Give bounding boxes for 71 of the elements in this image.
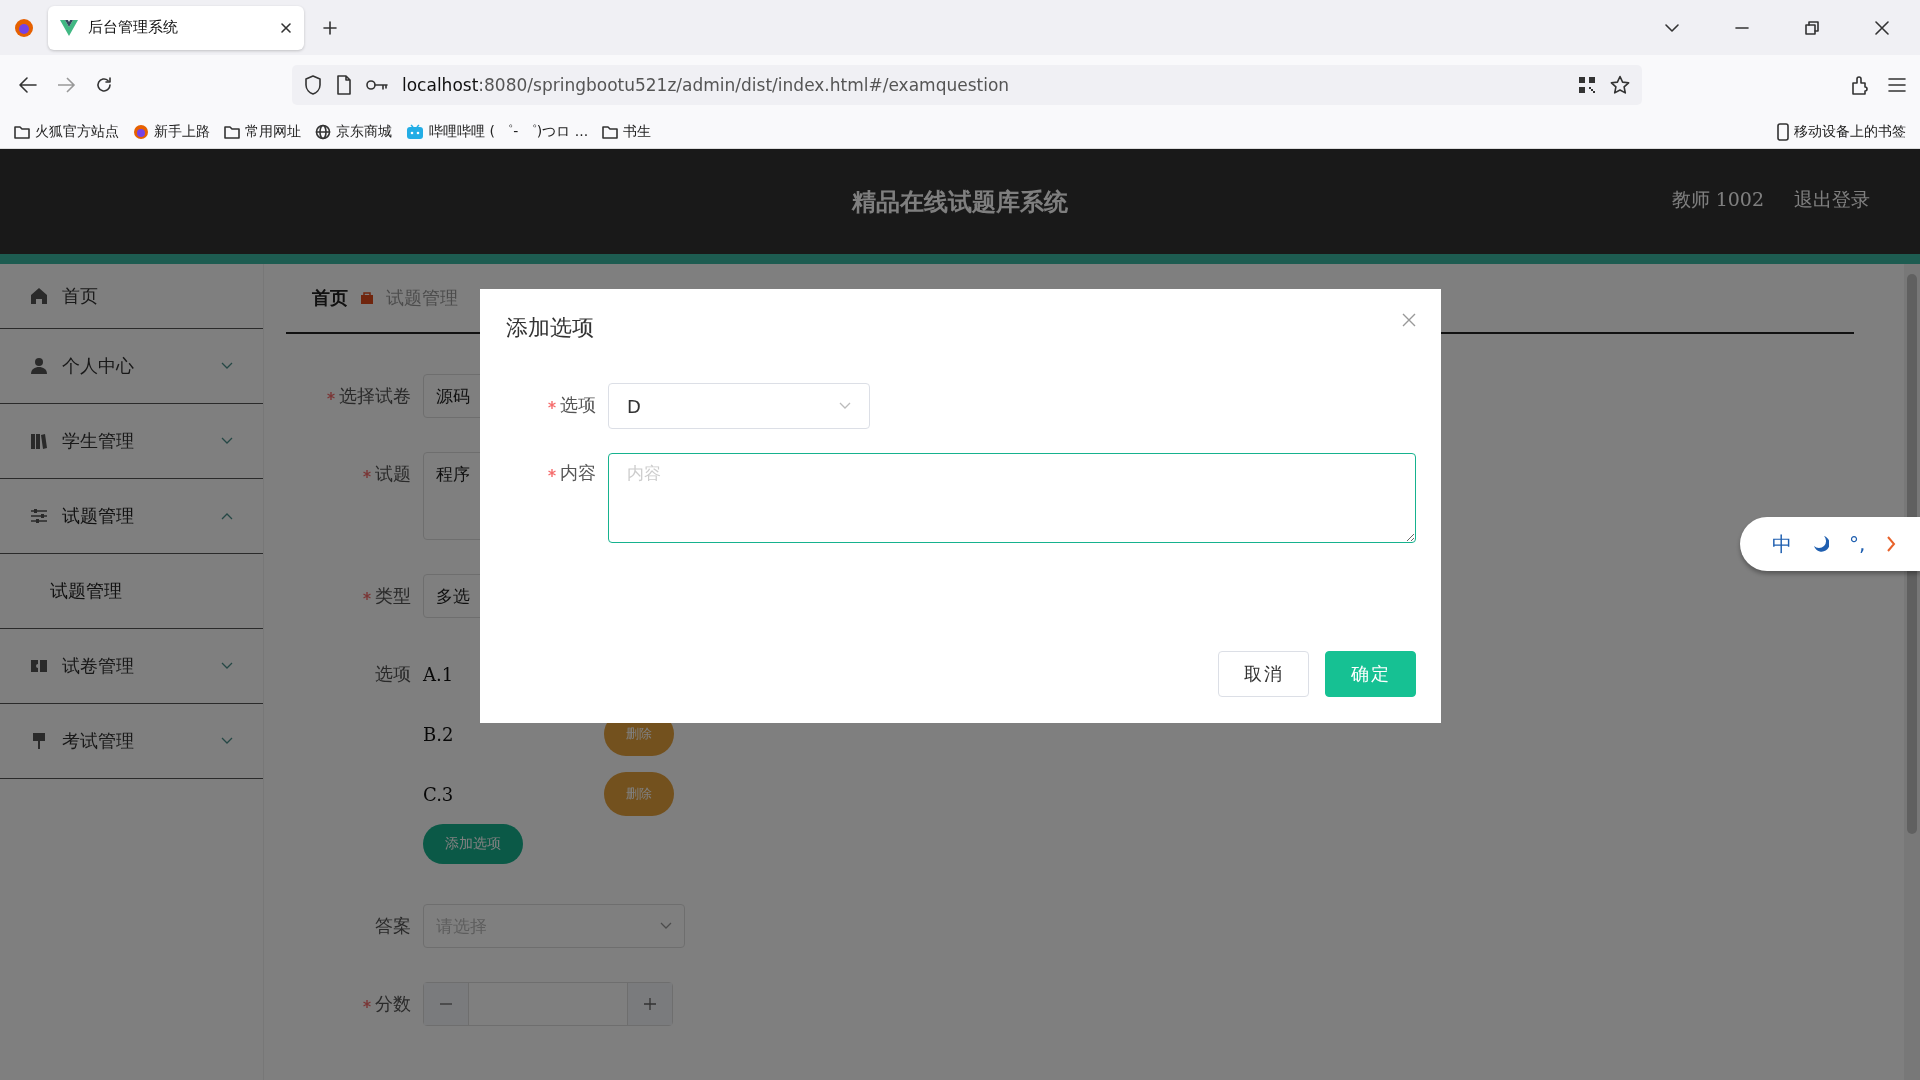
field-label: 选项 [375, 662, 411, 686]
menu-icon[interactable] [1888, 78, 1906, 92]
back-icon[interactable] [18, 76, 38, 94]
sidebar-item[interactable]: 试题管理 [0, 479, 263, 554]
chevron-down-icon [839, 402, 851, 410]
bookmark[interactable]: 新手上路 [133, 122, 210, 141]
address-bar[interactable]: localhost:8080/springbootu521z/admin/dist/index.html#/examquestion [292, 65, 1642, 105]
bag-icon [360, 291, 374, 305]
page-icon [336, 75, 352, 95]
field-label: 试题 [375, 462, 411, 486]
tab-title: 后台管理系统 [88, 18, 179, 37]
bookmark[interactable]: 书生 [602, 122, 652, 141]
globe-icon [315, 123, 331, 140]
star-icon[interactable] [1610, 75, 1630, 95]
field-label: 类型 [375, 584, 411, 608]
folder-icon [602, 124, 619, 139]
home-icon [30, 287, 48, 305]
select-field[interactable]: D [608, 383, 870, 429]
books-icon [30, 432, 48, 450]
bookmark[interactable]: 火狐官方站点 [14, 122, 119, 141]
sidebar-subitem[interactable]: 试题管理 [0, 554, 263, 629]
sidebar-item[interactable]: 学生管理 [0, 404, 263, 479]
browser-logo-icon[interactable] [14, 17, 34, 38]
chevron-right-icon[interactable] [1885, 535, 1896, 553]
scrollbar-thumb[interactable] [1907, 274, 1917, 834]
cancel-button[interactable]: 取消 [1218, 651, 1309, 697]
ticket-icon [30, 657, 48, 675]
dialog-title: 添加选项 [506, 314, 594, 342]
field-label: 分数 [375, 992, 411, 1016]
bookmark[interactable]: 京东商城 [315, 122, 392, 141]
breadcrumb-item[interactable]: 首页 [312, 286, 348, 310]
sidebar-item[interactable]: 个人中心 [0, 329, 263, 404]
sliders-icon [30, 507, 48, 525]
ime-mode-text[interactable]: °, [1849, 532, 1866, 556]
reload-icon[interactable] [94, 75, 114, 95]
ime-mode-text[interactable]: 中 [1772, 530, 1793, 558]
key-icon [366, 78, 388, 92]
qr-code-icon[interactable] [1578, 76, 1596, 94]
browser-logo-icon [133, 123, 149, 140]
chevron-down-icon [660, 922, 672, 930]
field-label: 答案 [375, 914, 411, 938]
sidebar-item[interactable]: 考试管理 [0, 704, 263, 779]
folder-icon [224, 124, 240, 139]
field-label: 选项 [560, 393, 596, 417]
bookmark[interactable]: 常用网址 [224, 122, 301, 141]
bookmark[interactable]: 哔哩哔哩 ( ゜- ゜)つロ ... [406, 122, 589, 141]
field-label: 内容 [560, 461, 596, 485]
app-title: 精品在线试题库系统 [852, 185, 1068, 218]
logout-link[interactable]: 退出登录 [1794, 187, 1870, 213]
option-text: A.1 [423, 663, 455, 685]
sidebar-item[interactable]: 首页 [0, 264, 263, 329]
phone-icon [1777, 122, 1789, 141]
forward-icon[interactable] [56, 76, 76, 94]
v-logo-icon [60, 19, 78, 36]
person-icon [30, 357, 48, 375]
new-tab-icon[interactable] [322, 19, 338, 36]
sidebar-item[interactable]: 试卷管理 [0, 629, 263, 704]
browser-tab[interactable]: 后台管理系统 [48, 5, 304, 50]
option-text: B.2 [423, 723, 455, 745]
folder-icon [14, 124, 30, 139]
field-label: 选择试卷 [339, 384, 411, 408]
pin-icon [30, 732, 48, 750]
user-label: 教师 1002 [1671, 187, 1764, 212]
moon-icon[interactable] [1812, 535, 1829, 553]
shield-icon [304, 75, 322, 95]
tv-icon [406, 123, 424, 140]
close-icon[interactable] [280, 21, 292, 34]
url-text: localhost:8080/springbootu521z/admin/dist/index.html#/examquestion [402, 75, 1010, 95]
option-text: C.3 [423, 783, 455, 805]
bookmark[interactable]: 移动设备上的书签 [1777, 122, 1906, 141]
extensions-icon[interactable] [1850, 75, 1870, 95]
